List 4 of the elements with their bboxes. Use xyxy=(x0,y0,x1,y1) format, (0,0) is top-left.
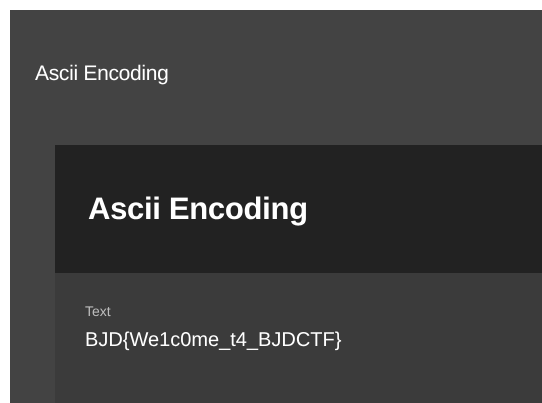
page-title: Ascii Encoding xyxy=(35,62,170,86)
card-title: Ascii Encoding xyxy=(88,191,308,227)
field-label: Text xyxy=(85,303,111,319)
field-value: BJD{We1c0me_t4_BJDCTF} xyxy=(85,329,342,352)
